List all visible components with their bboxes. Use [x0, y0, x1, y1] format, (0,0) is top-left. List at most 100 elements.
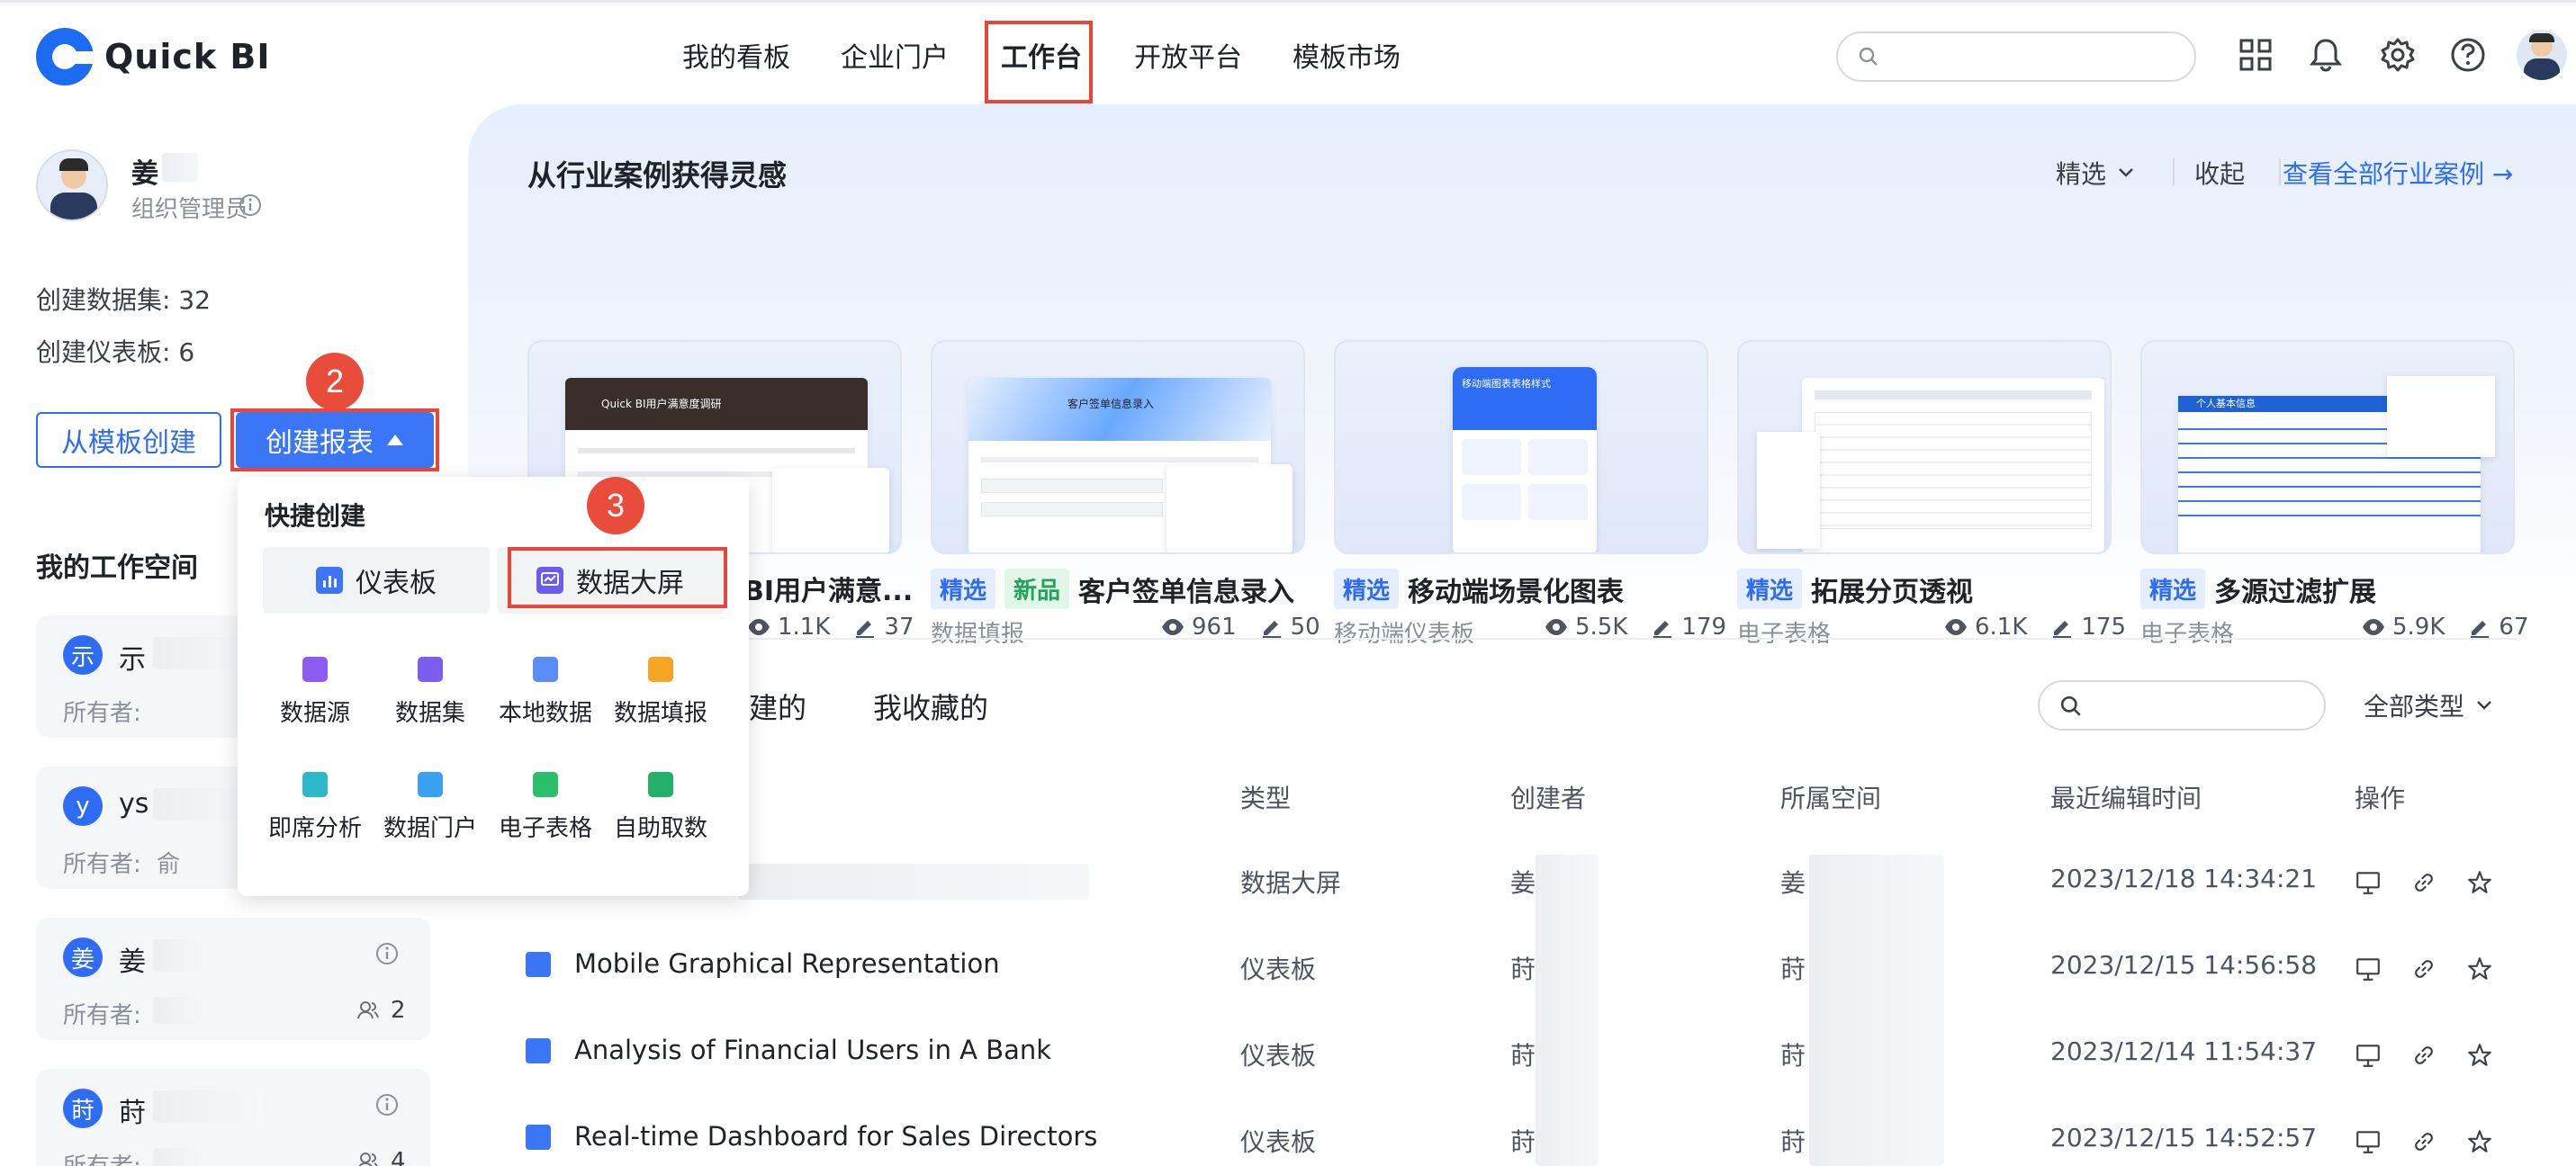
type-filter-dropdown[interactable]: 全部类型 — [2364, 687, 2493, 723]
upload-local-data[interactable]: 本地数据 — [488, 657, 603, 728]
case-preview-mobile — [772, 468, 889, 552]
create-self-service-fetch[interactable]: 自助取数 — [603, 772, 718, 843]
help-icon[interactable] — [2448, 35, 2488, 75]
case-preview-mobile — [1166, 464, 1293, 552]
column-header-type[interactable]: 类型 — [1240, 779, 1291, 815]
featured-tag: 精选 — [931, 569, 996, 609]
create-data-form[interactable]: 数据填报 — [603, 657, 718, 728]
create-dashboard-label: 仪表板 — [356, 568, 437, 599]
create-adhoc-analysis[interactable]: 即席分析 — [257, 772, 373, 843]
app-name: Quick BI — [104, 37, 271, 76]
workspace-owner-label: 所有者: — [63, 1148, 141, 1166]
share-link-icon[interactable] — [2410, 869, 2437, 896]
collapse-button[interactable]: 收起 — [2194, 155, 2245, 191]
case-preview-title: Quick BI用户满意度调研 — [601, 398, 722, 410]
step2-badge: 2 — [306, 353, 364, 410]
case-title-row[interactable]: 精选 移动端场景化图表 — [1334, 569, 1624, 609]
case-title-row[interactable]: 精选 拓展分页透视 — [1737, 569, 1973, 609]
redacted-text — [153, 1148, 207, 1166]
case-card-thumbnail[interactable]: 移动端图表表格样式 — [1334, 340, 1708, 554]
info-icon[interactable] — [374, 1092, 400, 1117]
redacted-name — [162, 153, 198, 182]
create-data-portal[interactable]: 数据门户 — [373, 772, 488, 843]
preview-screen-icon[interactable] — [2355, 1042, 2382, 1069]
user-avatar[interactable] — [2517, 30, 2567, 80]
case-card-thumbnail[interactable] — [1737, 340, 2112, 554]
info-icon[interactable] — [374, 941, 400, 966]
global-search-input[interactable] — [1836, 31, 2196, 82]
share-link-icon[interactable] — [2410, 955, 2437, 982]
info-icon[interactable] — [238, 193, 263, 218]
datasource-label: 数据源 — [279, 700, 350, 727]
create-dataset[interactable]: 数据集 — [373, 657, 488, 728]
workspace-avatar: y — [63, 786, 103, 826]
case-type: 电子表格 — [1737, 621, 1832, 648]
column-header-last-edited[interactable]: 最近编辑时间 — [2050, 779, 2202, 815]
tab-favorites[interactable]: 我收藏的 — [873, 686, 988, 727]
row-name[interactable]: Mobile Graphical Representation — [574, 948, 1000, 979]
self-service-fetch-icon — [648, 772, 673, 797]
row-time: 2023/12/14 11:54:37 — [2050, 1036, 2318, 1066]
nav-open-platform[interactable]: 开放平台 — [1134, 35, 1242, 75]
create-spreadsheet[interactable]: 电子表格 — [488, 772, 603, 843]
row-creator: 莳 — [1510, 955, 1536, 984]
list-search-input[interactable] — [2038, 680, 2326, 731]
redacted-text — [153, 1090, 261, 1123]
favorite-star-icon[interactable] — [2466, 869, 2493, 896]
case-card-thumbnail[interactable]: 客户签单信息录入 — [931, 340, 1305, 554]
row-type: 仪表板 — [1240, 1041, 1317, 1071]
inspiration-title: 从行业案例获得灵感 — [527, 158, 788, 193]
case-title-row[interactable]: 精选 新品 客户签单信息录入 — [931, 569, 1294, 609]
column-header-creator[interactable]: 创建者 — [1510, 779, 1586, 815]
column-header-space[interactable]: 所属空间 — [1780, 779, 1881, 815]
local-data-label: 本地数据 — [498, 700, 592, 727]
featured-filter-dropdown[interactable]: 精选 — [2056, 155, 2135, 191]
favorite-star-icon[interactable] — [2466, 955, 2493, 982]
row-type: 仪表板 — [1240, 1127, 1317, 1157]
row-space: 莳 — [1780, 955, 1806, 984]
member-count: 2 — [391, 997, 406, 1024]
app-logo[interactable]: Quick BI — [36, 28, 271, 85]
favorite-star-icon[interactable] — [2466, 1042, 2493, 1069]
preview-screen-icon[interactable] — [2355, 869, 2382, 896]
dashboard-icon — [526, 952, 551, 977]
settings-gear-icon[interactable] — [2378, 35, 2418, 75]
step1-highlight — [985, 21, 1093, 103]
preview-screen-icon[interactable] — [2355, 1128, 2382, 1155]
dashboard-icon — [316, 567, 343, 594]
edit-pencil-icon — [2053, 621, 2072, 638]
eye-icon — [1945, 619, 1967, 635]
create-from-template-button[interactable]: 从模板创建 — [36, 412, 221, 468]
redacted-text — [153, 939, 207, 972]
case-views: 1.1K — [778, 614, 831, 641]
create-datasource[interactable]: 数据源 — [257, 657, 373, 728]
favorite-star-icon[interactable] — [2466, 1128, 2493, 1155]
share-link-icon[interactable] — [2410, 1128, 2437, 1155]
case-title-row[interactable]: 精选 多源过滤扩展 — [2140, 569, 2376, 609]
row-type: 数据大屏 — [1240, 868, 1342, 898]
preview-screen-icon[interactable] — [2355, 955, 2382, 982]
row-name[interactable]: Real-time Dashboard for Sales Directors — [574, 1121, 1097, 1152]
nav-my-boards[interactable]: 我的看板 — [682, 35, 790, 75]
row-name[interactable]: Analysis of Financial Users in A Bank — [574, 1035, 1051, 1065]
share-link-icon[interactable] — [2410, 1042, 2437, 1069]
nav-enterprise-portal[interactable]: 企业门户 — [841, 35, 949, 75]
case-views: 961 — [1192, 614, 1237, 641]
bell-icon[interactable] — [2306, 35, 2346, 75]
case-stats: 961 50 — [1161, 614, 1320, 641]
workspace-card[interactable]: 姜 姜 所有者: 2 — [36, 918, 430, 1040]
create-dashboard-button[interactable]: 仪表板 — [263, 547, 490, 614]
members-icon — [358, 1153, 378, 1166]
workspace-owner-label: 所有者: — [63, 851, 141, 878]
view-all-cases-link[interactable]: 查看全部行业案例 → — [2283, 155, 2513, 191]
case-card-thumbnail[interactable]: 个人基本信息 — [2140, 340, 2515, 554]
workspace-card[interactable]: 莳 莳 所有者: 4 — [36, 1069, 430, 1166]
datasource-icon — [302, 657, 328, 682]
edit-pencil-icon — [1262, 621, 1281, 638]
apps-grid-icon[interactable] — [2236, 35, 2275, 75]
quick-create-title: 快捷创建 — [265, 501, 366, 531]
nav-template-market[interactable]: 模板市场 — [1293, 35, 1401, 75]
case-title[interactable]: BI用户满意... — [743, 569, 913, 608]
case-edits: 67 — [2499, 614, 2529, 641]
eye-icon — [1545, 619, 1567, 635]
